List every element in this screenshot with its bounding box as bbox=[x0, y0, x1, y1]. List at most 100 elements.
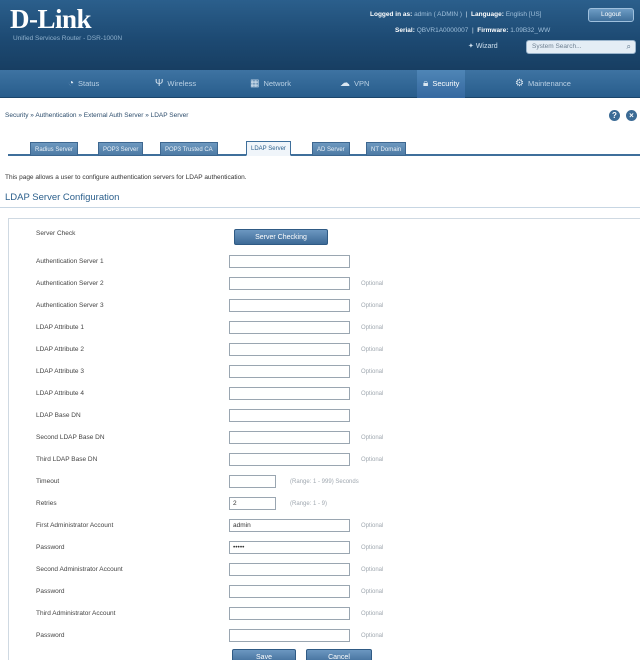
second-admin-password-hint: Optional bbox=[361, 589, 384, 595]
first-admin-account-input[interactable] bbox=[229, 519, 350, 532]
auth-server-2-input[interactable] bbox=[229, 277, 350, 290]
breadcrumb[interactable]: Security » Authentication » External Aut… bbox=[5, 112, 188, 119]
third-admin-account-label: Third Administrator Account bbox=[36, 610, 116, 617]
search-icon[interactable]: ⌕ bbox=[627, 41, 631, 53]
header-info-line1: Logged in as: admin ( ADMIN ) | Language… bbox=[370, 11, 542, 18]
wand-icon: ✦ bbox=[468, 43, 474, 50]
ldap-attribute-2-input[interactable] bbox=[229, 343, 350, 356]
auth-server-3-label: Authentication Server 3 bbox=[36, 302, 104, 309]
timeout-label: Timeout bbox=[36, 478, 60, 485]
ldap-attribute-2-hint: Optional bbox=[361, 347, 384, 353]
second-admin-account-hint: Optional bbox=[361, 567, 384, 573]
third-admin-password-label: Password bbox=[36, 632, 65, 639]
second-ldap-base-dn-hint: Optional bbox=[361, 435, 384, 441]
first-admin-account-label: First Administrator Account bbox=[36, 522, 114, 529]
ldap-attribute-4-hint: Optional bbox=[361, 391, 384, 397]
auth-server-3-input[interactable] bbox=[229, 299, 350, 312]
auth-server-2-label: Authentication Server 2 bbox=[36, 280, 104, 287]
ldap-attribute-2-label: LDAP Attribute 2 bbox=[36, 346, 84, 353]
third-ldap-base-dn-label: Third LDAP Base DN bbox=[36, 456, 98, 463]
header: D-Link Unified Services Router - DSR-100… bbox=[0, 0, 640, 70]
nav-vpn[interactable]: ☁ VPN bbox=[340, 70, 369, 98]
auth-server-3-hint: Optional bbox=[361, 303, 384, 309]
server-check-label: Server Check bbox=[36, 230, 76, 237]
nav-network-label: Network bbox=[263, 79, 291, 88]
third-ldap-base-dn-input[interactable] bbox=[229, 453, 350, 466]
firmware-label: Firmware: bbox=[477, 27, 509, 34]
cancel-button[interactable]: Cancel bbox=[306, 649, 372, 660]
network-icon: ▦ bbox=[250, 78, 260, 89]
ldap-attribute-4-label: LDAP Attribute 4 bbox=[36, 390, 84, 397]
auth-server-1-label: Authentication Server 1 bbox=[36, 258, 104, 265]
ldap-attribute-1-label: LDAP Attribute 1 bbox=[36, 324, 84, 331]
tab-radius-server[interactable]: Radius Server bbox=[30, 142, 79, 156]
product-name: Unified Services Router - DSR-1000N bbox=[13, 35, 123, 42]
tab-pop3-trusted-ca[interactable]: POP3 Trusted CA bbox=[160, 142, 218, 156]
ldap-attribute-4-input[interactable] bbox=[229, 387, 350, 400]
nav-security-label: Security bbox=[432, 79, 460, 88]
ldap-attribute-3-input[interactable] bbox=[229, 365, 350, 378]
lock-icon: 🔒︎ bbox=[423, 78, 429, 89]
wizard-link[interactable]: ✦ Wizard bbox=[468, 42, 498, 50]
close-icon[interactable]: × bbox=[626, 110, 637, 121]
third-admin-account-input[interactable] bbox=[229, 607, 350, 620]
third-admin-password-input[interactable] bbox=[229, 629, 350, 642]
third-admin-account-hint: Optional bbox=[361, 611, 384, 617]
language-label: Language: bbox=[471, 11, 504, 18]
section-title: LDAP Server Configuration bbox=[5, 192, 120, 203]
tab-bar: Radius Server POP3 Server POP3 Trusted C… bbox=[8, 140, 640, 156]
firmware-value: 1.09B32_WW bbox=[510, 27, 551, 34]
first-admin-password-input[interactable] bbox=[229, 541, 350, 554]
nav-security[interactable]: 🔒︎ Security bbox=[417, 70, 466, 98]
logout-button[interactable]: Logout bbox=[588, 8, 634, 22]
logged-in-label: Logged in as: bbox=[370, 11, 413, 18]
second-admin-password-label: Password bbox=[36, 588, 65, 595]
ldap-attribute-3-label: LDAP Attribute 3 bbox=[36, 368, 84, 375]
nav-maintenance[interactable]: ⚙ Maintenance bbox=[515, 70, 571, 98]
logged-in-value: admin ( ADMIN ) bbox=[414, 11, 463, 18]
help-icon[interactable]: ? bbox=[609, 110, 620, 121]
tab-ad-server[interactable]: AD Server bbox=[312, 142, 350, 156]
section-divider bbox=[0, 207, 640, 208]
first-admin-account-hint: Optional bbox=[361, 523, 384, 529]
system-search-input[interactable]: System Search... ⌕ bbox=[526, 40, 636, 54]
ldap-attribute-1-input[interactable] bbox=[229, 321, 350, 334]
wizard-label: Wizard bbox=[475, 43, 498, 50]
tab-nt-domain[interactable]: NT Domain bbox=[366, 142, 407, 156]
ldap-attribute-3-hint: Optional bbox=[361, 369, 384, 375]
second-admin-password-input[interactable] bbox=[229, 585, 350, 598]
ldap-base-dn-input[interactable] bbox=[229, 409, 350, 422]
page-description: This page allows a user to configure aut… bbox=[5, 174, 247, 181]
nav-status-label: Status bbox=[78, 79, 100, 88]
timeout-input[interactable] bbox=[229, 475, 276, 488]
timeout-hint: (Range: 1 - 999) Seconds bbox=[290, 479, 359, 485]
retries-label: Retries bbox=[36, 500, 57, 507]
dlink-logo: D-Link bbox=[10, 4, 92, 34]
serial-value: QBVR1A0000007 bbox=[416, 27, 469, 34]
retries-hint: (Range: 1 - 9) bbox=[290, 501, 328, 507]
main-nav: ◔ Status Ψ Wireless ▦ Network ☁ VPN 🔒︎ Securi… bbox=[0, 70, 640, 98]
nav-status[interactable]: ◔ Status bbox=[68, 70, 99, 98]
header-info-line2: Serial: QBVR1A0000007 | Firmware: 1.09B3… bbox=[395, 27, 551, 34]
nav-wireless[interactable]: Ψ Wireless bbox=[155, 70, 196, 98]
auth-server-1-input[interactable] bbox=[229, 255, 350, 268]
second-ldap-base-dn-input[interactable] bbox=[229, 431, 350, 444]
nav-network[interactable]: ▦ Network bbox=[250, 70, 291, 98]
ldap-base-dn-label: LDAP Base DN bbox=[36, 412, 81, 419]
third-admin-password-hint: Optional bbox=[361, 633, 384, 639]
gauge-icon: ◔ bbox=[68, 78, 75, 89]
language-select[interactable]: English [US] bbox=[506, 11, 542, 18]
second-admin-account-input[interactable] bbox=[229, 563, 350, 576]
serial-label: Serial: bbox=[395, 27, 415, 34]
ldap-attribute-1-hint: Optional bbox=[361, 325, 384, 331]
third-ldap-base-dn-hint: Optional bbox=[361, 457, 384, 463]
second-admin-account-label: Second Administrator Account bbox=[36, 566, 123, 573]
save-button[interactable]: Save bbox=[232, 649, 296, 660]
tab-ldap-server[interactable]: LDAP Server bbox=[246, 141, 291, 156]
retries-input[interactable] bbox=[229, 497, 276, 510]
system-search-placeholder: System Search... bbox=[532, 43, 582, 50]
tab-pop3-server[interactable]: POP3 Server bbox=[98, 142, 144, 156]
server-checking-button[interactable]: Server Checking bbox=[234, 229, 328, 245]
antenna-icon: Ψ bbox=[155, 78, 164, 89]
nav-wireless-label: Wireless bbox=[167, 79, 197, 88]
